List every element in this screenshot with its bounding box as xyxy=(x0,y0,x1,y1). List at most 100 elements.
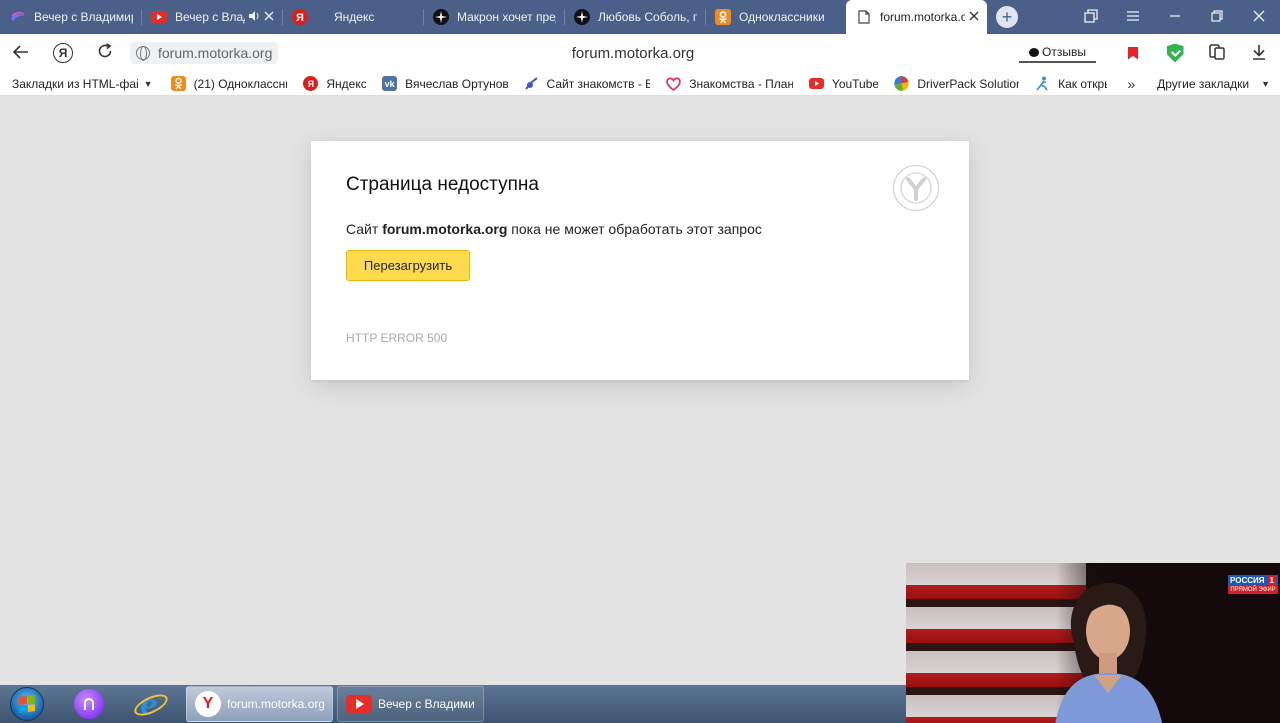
bookmark-item[interactable]: Знакомства - Планета xyxy=(666,76,793,91)
error-message: Сайт forum.motorka.org пока не может обр… xyxy=(346,221,762,237)
bookmark-item[interactable]: YouTube xyxy=(808,76,878,91)
live-badge: ПРЯМОЙ ЭФИР xyxy=(1228,586,1278,594)
speaker-icon[interactable] xyxy=(249,10,260,24)
bookmark-label: Как открыть xyxy=(1058,76,1107,91)
bookmarks-bar: Закладки из HTML-файла ▼ (21) Одноклассн… xyxy=(0,72,1280,96)
bookmark-label: Знакомства - Планета xyxy=(689,76,793,91)
tab-4[interactable]: Макрон хочет предложить xyxy=(423,0,564,34)
tab-3[interactable]: Я Яндекс xyxy=(282,0,423,34)
tabs-stack-icon xyxy=(1084,8,1098,26)
taskbar-app-youtube[interactable]: Вечер с Владимиром xyxy=(337,686,484,722)
close-window-button[interactable] xyxy=(1238,0,1280,34)
internet-explorer-icon: e xyxy=(135,688,163,721)
tab-title: Вечер с Владимиром xyxy=(175,10,245,24)
arrow-left-icon xyxy=(12,43,29,64)
error-title: Страница недоступна xyxy=(346,174,539,195)
downloads-button[interactable] xyxy=(1238,34,1280,72)
tab-strip: Вечер с Владимиром Вечер с Владимиром Я … xyxy=(0,0,1280,34)
youtube-icon xyxy=(346,691,372,717)
reload-button[interactable] xyxy=(84,34,126,72)
close-icon[interactable] xyxy=(264,11,274,24)
swirl-icon xyxy=(10,9,26,25)
feedback-label: Отзывы xyxy=(1042,45,1086,59)
back-button[interactable] xyxy=(0,34,42,72)
new-tab-button[interactable]: + xyxy=(987,0,1027,34)
shield-icon xyxy=(1166,43,1184,63)
globe-icon xyxy=(136,46,150,61)
bookmark-label: Яндекс xyxy=(326,76,367,91)
yandex-logo-icon: Я xyxy=(53,43,73,63)
restore-icon xyxy=(1211,9,1223,25)
yandex-home-button[interactable]: Я xyxy=(42,34,84,72)
heart-icon xyxy=(666,76,682,91)
alice-icon xyxy=(74,689,104,719)
url-field[interactable]: forum.motorka.org xyxy=(130,42,279,64)
tab-active[interactable]: forum.motorka.org xyxy=(846,0,987,34)
taskbar-app-yandex-browser[interactable]: Y forum.motorka.org - Яндекс xyxy=(186,686,333,722)
address-bar: Я forum.motorka.org forum.motorka.org От… xyxy=(0,34,1280,72)
tab-title: forum.motorka.org xyxy=(880,10,965,24)
menu-button[interactable] xyxy=(1112,0,1154,34)
youtube-icon xyxy=(151,9,167,25)
bookmark-item[interactable]: Сайт знакомств - Badoo xyxy=(524,76,651,91)
taskbar-app-label: Вечер с Владимиром xyxy=(378,697,475,711)
tab-title: Макрон хочет предложить xyxy=(457,10,556,24)
figure-icon xyxy=(1035,76,1050,91)
collections-button[interactable] xyxy=(1196,34,1238,72)
reload-page-button[interactable]: Перезагрузить xyxy=(346,250,470,281)
svg-text:Я: Я xyxy=(296,12,304,24)
taskbar-app-label: forum.motorka.org - Яндекс xyxy=(227,697,324,711)
tab-title: Одноклассники xyxy=(739,10,825,24)
tabs-overview-button[interactable] xyxy=(1070,0,1112,34)
yandex-browser-icon: Y xyxy=(195,691,221,717)
caret-down-icon: ▼ xyxy=(143,78,153,89)
other-bookmarks-label: Другие закладки xyxy=(1157,76,1250,91)
bookmark-item[interactable]: vk Вячеслав Ортунов xyxy=(382,76,508,91)
news-icon xyxy=(574,9,590,25)
taskbar: e Y forum.motorka.org - Яндекс Вечер с В… xyxy=(0,685,906,723)
protect-button[interactable] xyxy=(1154,34,1196,72)
bookmark-item[interactable]: DriverPack Solution xyxy=(894,76,1019,91)
dating-icon xyxy=(524,76,539,91)
tab-title: Любовь Соболь, прав xyxy=(598,10,697,24)
close-icon[interactable] xyxy=(969,11,979,24)
tab-6[interactable]: Одноклассники xyxy=(705,0,846,34)
channel-logo: РОССИЯ 1 ПРЯМОЙ ЭФИР xyxy=(1228,575,1278,597)
yandex-icon: Я xyxy=(292,9,308,25)
tab-5[interactable]: Любовь Соболь, прав xyxy=(564,0,705,34)
download-icon xyxy=(1252,44,1266,63)
bookmark-button[interactable] xyxy=(1112,34,1154,72)
page-icon xyxy=(856,9,872,25)
news-icon xyxy=(433,9,449,25)
windows-logo-icon xyxy=(19,695,35,713)
tab-title: Яндекс xyxy=(334,10,375,24)
minimize-icon xyxy=(1169,9,1181,25)
bookmark-item[interactable]: Как открыть xyxy=(1035,76,1107,91)
other-bookmarks-button[interactable]: Другие закладки ▼ xyxy=(1157,77,1270,91)
feedback-button[interactable]: Отзывы xyxy=(1019,43,1096,63)
start-button[interactable] xyxy=(10,687,44,721)
yandex-icon: Я xyxy=(303,76,319,91)
url-text: forum.motorka.org xyxy=(158,45,273,61)
bookmark-label: Закладки из HTML-файла xyxy=(12,76,138,91)
ok-icon xyxy=(170,76,186,91)
alice-pinned-button[interactable] xyxy=(66,686,112,722)
tab-1[interactable]: Вечер с Владимиром xyxy=(0,0,141,34)
error-card: Страница недоступна Сайт forum.motorka.o… xyxy=(311,141,969,380)
restore-button[interactable] xyxy=(1196,0,1238,34)
caret-down-icon: ▼ xyxy=(1261,78,1270,89)
bookmark-label: (21) Одноклассники xyxy=(193,76,288,91)
vk-icon: vk xyxy=(382,76,398,91)
bookmark-item[interactable]: Я Яндекс xyxy=(303,76,366,91)
error-site-name: forum.motorka.org xyxy=(382,221,508,237)
bookmark-folder-html[interactable]: Закладки из HTML-файла ▼ xyxy=(12,77,153,91)
bookmark-item[interactable]: (21) Одноклассники xyxy=(170,76,288,91)
bookmark-label: Сайт знакомств - Badoo xyxy=(546,76,651,91)
youtube-icon xyxy=(808,76,824,91)
internet-explorer-pinned-button[interactable]: e xyxy=(126,686,172,722)
video-popup[interactable]: РОССИЯ 1 ПРЯМОЙ ЭФИР xyxy=(906,563,1280,723)
bookmark-label: Вячеслав Ортунов xyxy=(405,76,508,91)
chevron-double-right-icon[interactable]: » xyxy=(1127,76,1135,92)
minimize-button[interactable] xyxy=(1154,0,1196,34)
tab-2[interactable]: Вечер с Владимиром xyxy=(141,0,282,34)
